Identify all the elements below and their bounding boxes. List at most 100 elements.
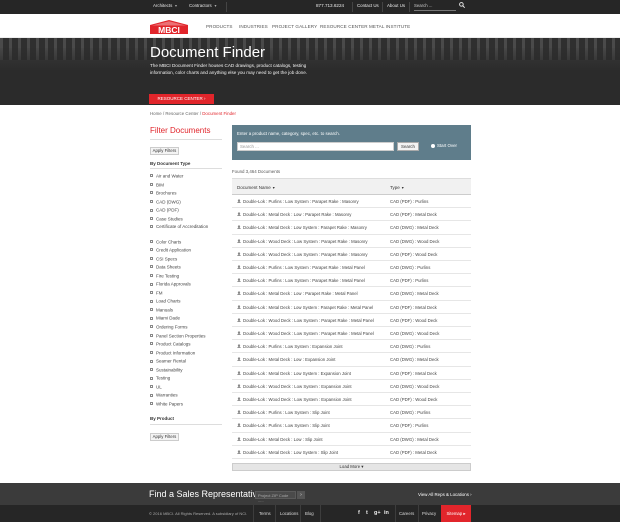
nav-metal-institute[interactable]: METAL INSTITUTE <box>369 24 410 29</box>
checkbox-icon[interactable] <box>150 299 153 303</box>
table-row[interactable]: Double-Lok : Metal Deck : Low System : P… <box>232 301 471 314</box>
linkedin-icon[interactable]: in <box>384 510 389 516</box>
filter-checkbox[interactable]: Sustainability <box>150 367 183 372</box>
document-name[interactable]: Double-Lok : Wood Deck : Low System : Ex… <box>243 384 352 389</box>
table-row[interactable]: Double-Lok : Purlins : Low System : Para… <box>232 195 471 209</box>
checkbox-icon[interactable] <box>150 248 153 252</box>
architects-dropdown[interactable]: Architects ▼ <box>153 3 178 8</box>
download-icon[interactable] <box>237 436 241 441</box>
filter-checkbox[interactable]: Certificate of Accreditation <box>150 224 216 230</box>
document-name[interactable]: Double-Lok : Purlins : Low System : Para… <box>243 199 359 204</box>
download-icon[interactable] <box>237 278 241 282</box>
contractors-dropdown[interactable]: Contractors ▼ <box>189 3 217 8</box>
table-row[interactable]: Double-Lok : Metal Deck : Low : Expansio… <box>232 353 471 367</box>
document-name[interactable]: Double-Lok : Metal Deck : Low : Expansio… <box>243 357 335 362</box>
table-row[interactable]: Double-Lok : Wood Deck : Low System : Pa… <box>232 248 471 261</box>
filter-checkbox[interactable]: Panel Section Properties <box>150 333 206 338</box>
document-name[interactable]: Double-Lok : Metal Deck : Low : Parapet … <box>243 291 358 296</box>
download-icon[interactable] <box>237 225 241 230</box>
checkbox-icon[interactable] <box>150 217 153 221</box>
filter-checkbox[interactable]: BIM <box>150 182 164 187</box>
download-icon[interactable] <box>237 344 241 348</box>
search-button[interactable]: Search <box>397 142 419 151</box>
filter-checkbox[interactable]: Product Catalogs <box>150 341 191 346</box>
table-row[interactable]: Double-Lok : Metal Deck : Low System : S… <box>232 446 471 459</box>
download-icon[interactable] <box>237 304 241 309</box>
filter-checkbox[interactable]: FM <box>150 290 163 295</box>
document-name[interactable]: Double-Lok : Metal Deck : Low : Slip Joi… <box>243 437 323 442</box>
filter-checkbox[interactable]: CAD (DWG) <box>150 199 181 204</box>
document-name[interactable]: Double-Lok : Metal Deck : Low : Parapet … <box>243 212 351 217</box>
document-name[interactable]: Double-Lok : Wood Deck : Low System : Ex… <box>243 397 352 402</box>
filter-checkbox[interactable]: Case Studies <box>150 216 183 221</box>
download-icon[interactable] <box>237 357 241 362</box>
document-name[interactable]: Double-Lok : Wood Deck : Low System : Pa… <box>243 252 368 257</box>
breadcrumb-home[interactable]: Home <box>150 111 162 116</box>
site-search-input[interactable]: Search ... <box>414 3 456 11</box>
download-icon[interactable] <box>237 410 241 414</box>
document-name[interactable]: Double-Lok : Purlins : Low System : Expa… <box>243 344 343 349</box>
filter-checkbox[interactable]: Warranties <box>150 392 178 398</box>
facebook-icon[interactable]: f <box>358 510 360 516</box>
table-row[interactable]: Double-Lok : Wood Deck : Low System : Pa… <box>232 314 471 327</box>
load-more-button[interactable]: Load More ▾ <box>232 463 471 471</box>
checkbox-icon[interactable] <box>150 274 153 277</box>
checkbox-icon[interactable] <box>150 265 153 269</box>
filter-checkbox[interactable]: Product Information <box>150 350 195 355</box>
download-icon[interactable] <box>237 383 241 388</box>
filter-checkbox[interactable]: Ordering Forms <box>150 324 188 329</box>
view-all-reps-link[interactable]: View All Reps & Locations › <box>418 492 472 497</box>
document-name[interactable]: Double-Lok : Purlins : Low System : Para… <box>243 265 365 270</box>
table-row[interactable]: Double-Lok : Purlins : Low System : Slip… <box>232 419 471 433</box>
filter-checkbox[interactable]: Manuals <box>150 307 173 312</box>
document-name[interactable]: Double-Lok : Purlins : Low System : Slip… <box>243 410 330 415</box>
footer-blog-link[interactable]: Blog <box>305 511 314 516</box>
filter-checkbox[interactable]: Testing <box>150 375 170 381</box>
filter-checkbox[interactable]: Color Charts <box>150 239 181 244</box>
footer-locations-link[interactable]: Locations <box>280 511 298 516</box>
download-icon[interactable] <box>237 291 241 296</box>
about-us-link[interactable]: About Us <box>387 3 405 8</box>
download-icon[interactable] <box>237 199 241 203</box>
checkbox-icon[interactable] <box>150 282 153 286</box>
zip-submit-button[interactable]: › <box>297 491 305 499</box>
filter-checkbox[interactable]: Air and Water <box>150 173 183 178</box>
checkbox-icon[interactable] <box>150 208 153 212</box>
column-document-name[interactable]: Document Name ▼ <box>237 185 276 190</box>
table-row[interactable]: Double-Lok : Metal Deck : Low : Parapet … <box>232 287 471 301</box>
document-search-input[interactable]: Search ... <box>237 142 394 151</box>
checkbox-icon[interactable] <box>150 342 153 346</box>
download-icon[interactable] <box>237 212 241 216</box>
checkbox-icon[interactable] <box>150 182 153 186</box>
download-icon[interactable] <box>237 397 241 401</box>
download-icon[interactable] <box>237 423 241 428</box>
filter-checkbox[interactable]: Seamer Rental <box>150 358 186 364</box>
checkbox-icon[interactable] <box>150 385 153 389</box>
sitemap-button[interactable]: Sitemap ▸ <box>441 505 471 522</box>
checkbox-icon[interactable] <box>150 174 153 178</box>
download-icon[interactable] <box>237 238 241 243</box>
table-row[interactable]: Double-Lok : Wood Deck : Low System : Ex… <box>232 393 471 407</box>
checkbox-icon[interactable] <box>150 308 153 312</box>
contact-us-link[interactable]: Contact Us <box>357 3 379 8</box>
nav-industries[interactable]: INDUSTRIES <box>239 24 268 29</box>
google-plus-icon[interactable]: g+ <box>374 510 381 516</box>
checkbox-icon[interactable] <box>150 393 153 397</box>
phone-number[interactable]: 877.713.6224 <box>316 3 344 8</box>
search-icon[interactable] <box>459 2 466 10</box>
table-row[interactable]: Double-Lok : Metal Deck : Low System : E… <box>232 367 471 380</box>
document-name[interactable]: Double-Lok : Metal Deck : Low System : P… <box>243 225 367 230</box>
checkbox-icon[interactable] <box>150 256 153 260</box>
checkbox-icon[interactable] <box>150 316 153 320</box>
footer-privacy-link[interactable]: Privacy <box>422 511 436 516</box>
filter-checkbox[interactable]: CAD (PDF) <box>150 207 179 213</box>
nav-project-gallery[interactable]: PROJECT GALLERY <box>272 24 317 29</box>
checkbox-icon[interactable] <box>150 376 153 380</box>
column-type[interactable]: Type ▼ <box>390 185 405 190</box>
table-row[interactable]: Double-Lok : Wood Deck : Low System : Pa… <box>232 235 471 248</box>
table-row[interactable]: Double-Lok : Metal Deck : Low System : P… <box>232 221 471 235</box>
download-icon[interactable] <box>237 370 241 375</box>
download-icon[interactable] <box>237 265 241 269</box>
document-name[interactable]: Double-Lok : Metal Deck : Low System : P… <box>243 305 373 310</box>
table-row[interactable]: Double-Lok : Wood Deck : Low System : Pa… <box>232 327 471 341</box>
